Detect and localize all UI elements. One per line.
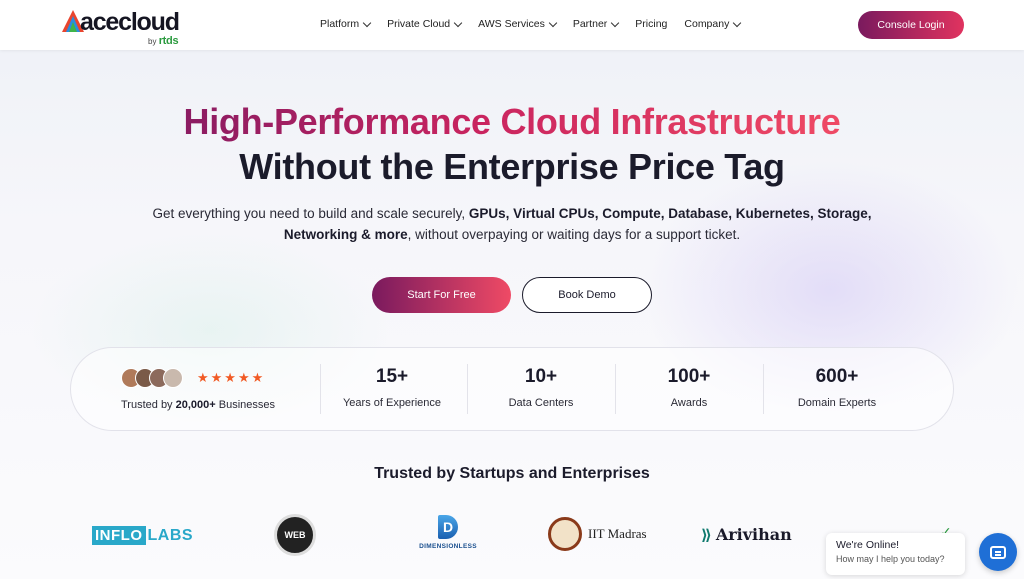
- chevron-down-icon: [362, 18, 372, 27]
- trusted-suffix: Businesses: [215, 399, 276, 411]
- trusted-count: 20,000+: [175, 399, 216, 411]
- infolabs-box-text: INFLO: [92, 526, 146, 545]
- avatar: [163, 368, 183, 388]
- stats-bar: ★★★★★ Trusted by 20,000+ Businesses 15+ …: [70, 347, 954, 431]
- stat-label: Years of Experience: [342, 397, 442, 409]
- hero-headline-line-2: Without the Enterprise Price Tag: [239, 146, 785, 187]
- arivihan-text: Arivihan: [715, 525, 792, 544]
- stats-divider: [467, 364, 468, 414]
- trusted-prefix: Trusted by: [121, 399, 176, 411]
- stats-divider: [763, 364, 764, 414]
- menu-aws-services[interactable]: AWS Services: [478, 18, 558, 30]
- chevron-down-icon: [733, 18, 742, 27]
- chat-icon: [990, 545, 1006, 559]
- menu-label: Platform: [320, 18, 360, 30]
- stat-years: 15+ Years of Experience: [327, 366, 457, 409]
- menu-label: AWS Services: [478, 18, 545, 30]
- menu-label: Partner: [572, 18, 608, 30]
- chat-launcher-button[interactable]: [979, 533, 1017, 571]
- hero-headline-gradient-text: High-Performance Cloud Infrastructure: [183, 101, 841, 142]
- iit-madras-logo: IIT Madras: [548, 517, 647, 551]
- customer-avatars: [121, 368, 183, 388]
- stats-divider: [320, 364, 321, 414]
- infolabs-logo: INFLO LABS: [92, 526, 193, 545]
- hero-subheadline: Get everything you need to build and sca…: [150, 203, 874, 245]
- dimensionless-text: DIMENSIONLESS: [419, 543, 477, 550]
- stat-data-centers: 10+ Data Centers: [476, 366, 606, 409]
- web-logo: WEB: [274, 514, 316, 556]
- stat-value: 600+: [815, 366, 859, 387]
- infolabs-text: LABS: [147, 526, 194, 544]
- main-menu: Platform Private Cloud AWS Services Part…: [320, 18, 757, 30]
- stats-divider: [615, 364, 616, 414]
- chevron-down-icon: [548, 18, 558, 27]
- arivihan-mark-icon: ⟫: [701, 526, 712, 544]
- iit-seal-icon: [548, 517, 582, 551]
- dimensionless-logo: D DIMENSIONLESS: [410, 515, 486, 550]
- logo-wordmark: acecloud: [80, 8, 180, 36]
- chevron-down-icon: [453, 18, 463, 27]
- subheadline-text: Get everything you need to build and sca…: [152, 206, 469, 221]
- chevron-down-icon: [611, 18, 620, 27]
- start-for-free-button[interactable]: Start For Free: [372, 277, 511, 313]
- menu-label: Pricing: [635, 18, 668, 30]
- subheadline-text-end: , without overpaying or waiting days for…: [407, 227, 741, 242]
- logo-byline: by rtds: [148, 35, 179, 47]
- stat-value: 10+: [524, 366, 558, 387]
- menu-private-cloud[interactable]: Private Cloud: [387, 18, 463, 30]
- menu-label: Private Cloud: [387, 18, 451, 30]
- logo-brand-text: rtds: [158, 35, 179, 47]
- stat-awards: 100+ Awards: [624, 366, 754, 409]
- book-demo-button[interactable]: Book Demo: [522, 277, 652, 313]
- iit-madras-text: IIT Madras: [588, 526, 647, 541]
- arivihan-logo: ⟫ Arivihan: [701, 525, 792, 544]
- chat-greeting-bubble[interactable]: We're Online! How may I help you today?: [826, 533, 965, 575]
- stat-label: Domain Experts: [797, 397, 877, 409]
- menu-company[interactable]: Company: [684, 18, 742, 30]
- hero-headline-line-1: High-Performance Cloud Infrastructure: [0, 101, 1024, 143]
- top-navbar: acecloud by rtds Platform Private Cloud …: [0, 0, 1024, 50]
- trusted-by-text: Trusted by 20,000+ Businesses: [121, 399, 275, 411]
- menu-label: Company: [684, 18, 730, 30]
- dimensionless-mark-icon: D: [438, 515, 458, 539]
- menu-partner[interactable]: Partner: [572, 18, 620, 30]
- logo-by-text: by: [148, 37, 157, 46]
- menu-pricing[interactable]: Pricing: [635, 18, 667, 30]
- stat-label: Data Centers: [508, 397, 574, 409]
- menu-platform[interactable]: Platform: [320, 18, 372, 30]
- trusted-section-title: Trusted by Startups and Enterprises: [374, 465, 650, 482]
- rating-stars-icon: ★★★★★: [197, 370, 266, 385]
- stat-value: 15+: [375, 366, 409, 387]
- stat-value: 100+: [667, 366, 711, 387]
- chat-prompt-text: How may I help you today?: [836, 554, 945, 564]
- console-login-button[interactable]: Console Login: [858, 11, 964, 39]
- acecloud-logo[interactable]: acecloud by rtds: [62, 6, 192, 47]
- stat-domain-experts: 600+ Domain Experts: [772, 366, 902, 409]
- stat-label: Awards: [670, 397, 708, 409]
- chat-status-text: We're Online!: [836, 539, 900, 551]
